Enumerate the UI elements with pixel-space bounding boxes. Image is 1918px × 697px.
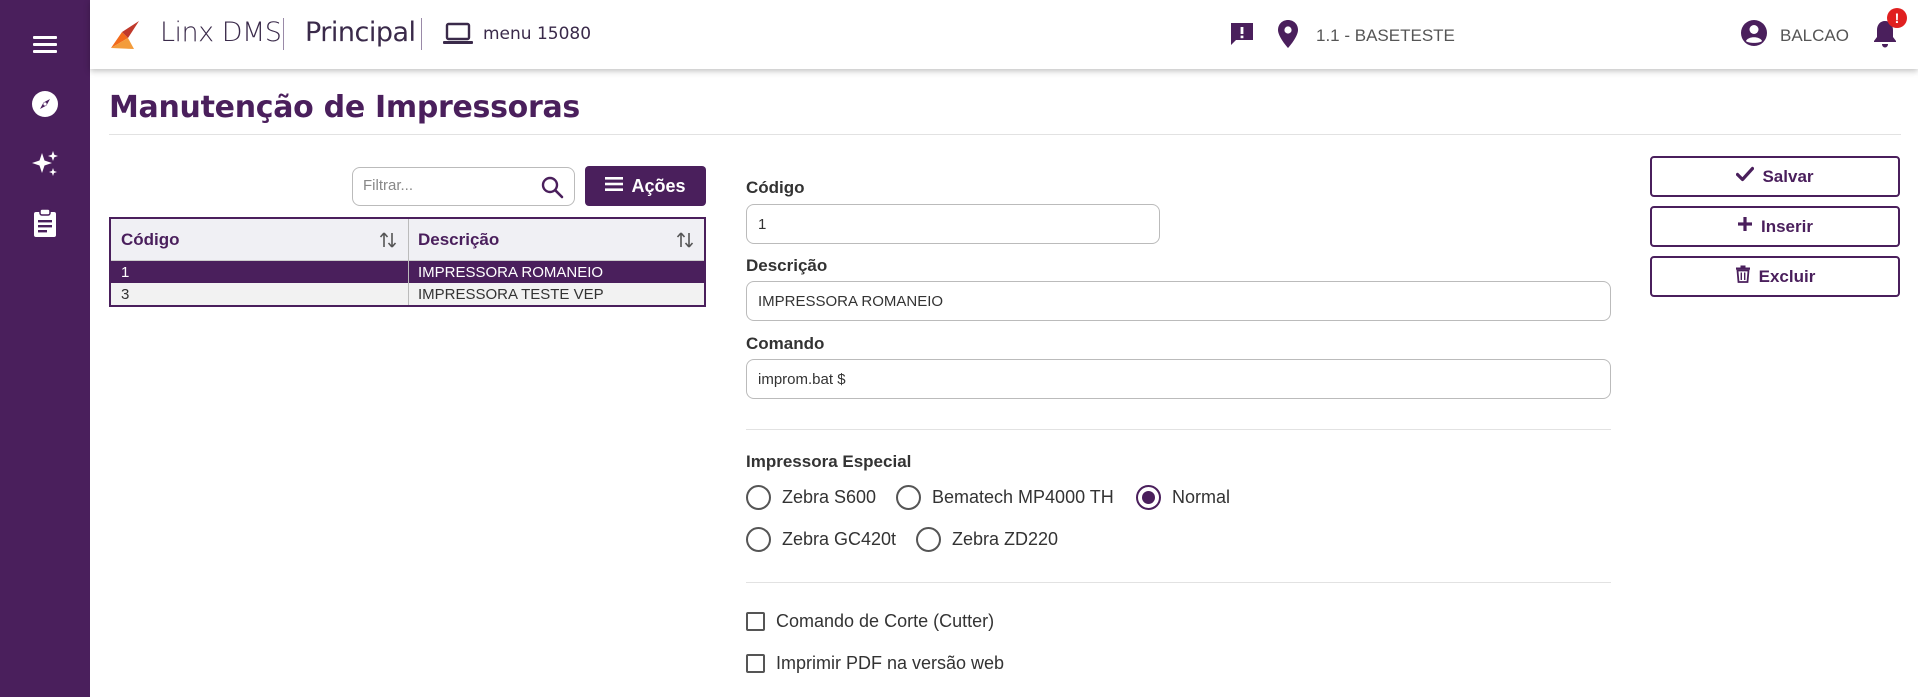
location-pin-icon: [1277, 19, 1299, 54]
column-header-codigo[interactable]: Código: [111, 219, 408, 261]
sparkles-icon[interactable]: [29, 148, 61, 180]
actions-menu-label: Ações: [631, 175, 686, 196]
module-name[interactable]: Principal: [305, 17, 416, 48]
descricao-field[interactable]: [758, 293, 1535, 310]
radio-label: Normal: [1172, 487, 1231, 507]
checkbox-imprimir-pdf[interactable]: Imprimir PDF na versão web: [746, 653, 1004, 674]
radio-circle-selected[interactable]: [1136, 485, 1161, 510]
checkbox-comando-corte[interactable]: Comando de Corte (Cutter): [746, 611, 994, 632]
check-icon: [1736, 166, 1755, 187]
checkbox-box[interactable]: [746, 654, 765, 673]
brand-name: Linx DMS: [160, 17, 282, 48]
section-divider: [746, 429, 1611, 430]
delete-button-label: Excluir: [1758, 266, 1816, 286]
trash-icon: [1735, 265, 1751, 288]
radio-zebra-zd220[interactable]: Zebra ZD220: [916, 527, 1058, 552]
radio-label: Bematech MP4000 TH: [932, 487, 1114, 507]
sidebar: [0, 0, 90, 697]
checkbox-label: Comando de Corte (Cutter): [776, 611, 995, 631]
radio-label: Zebra ZD220: [952, 529, 1059, 549]
descricao-label: Descrição: [746, 256, 828, 275]
descricao-field-box: [746, 281, 1611, 321]
laptop-icon: [442, 22, 474, 51]
radio-bematech-mp4000[interactable]: Bematech MP4000 TH: [896, 485, 1114, 510]
column-divider: [408, 219, 409, 305]
checkbox-box[interactable]: [746, 612, 765, 631]
comando-field[interactable]: [758, 371, 1535, 388]
brand-divider: [283, 18, 284, 50]
sort-icon[interactable]: [675, 230, 695, 255]
compass-icon[interactable]: [29, 88, 61, 120]
plus-icon: [1737, 216, 1753, 237]
save-button[interactable]: Salvar: [1650, 156, 1900, 197]
menu-code-label: menu 15080: [483, 24, 592, 44]
printers-table: Código Descrição 1 IMPRESSORA ROMANEIO 3…: [109, 217, 706, 307]
sort-icon[interactable]: [378, 230, 398, 255]
cell-descricao: IMPRESSORA TESTE VEP: [418, 286, 604, 303]
title-divider: [109, 134, 1901, 135]
module-divider: [421, 18, 422, 50]
user-name[interactable]: BALCAO: [1780, 26, 1849, 46]
cell-codigo: 1: [121, 264, 130, 281]
comando-field-box: [746, 359, 1611, 399]
filter-input[interactable]: [363, 177, 533, 194]
page-title: Manutenção de Impressoras: [109, 90, 580, 125]
hamburger-icon[interactable]: [29, 28, 61, 60]
list-icon: [605, 176, 624, 197]
section-divider: [746, 582, 1611, 583]
radio-circle[interactable]: [896, 485, 921, 510]
insert-button[interactable]: Inserir: [1650, 206, 1900, 247]
radio-zebra-s600[interactable]: Zebra S600: [746, 485, 876, 510]
radio-label: Zebra S600: [782, 487, 877, 507]
filter-box: [352, 167, 575, 206]
insert-button-label: Inserir: [1761, 216, 1813, 236]
topbar: Linx DMS Principal menu 15080 1.1 - BASE…: [90, 0, 1918, 69]
feedback-icon[interactable]: [1228, 20, 1256, 53]
radio-circle[interactable]: [746, 527, 771, 552]
save-button-label: Salvar: [1762, 166, 1814, 186]
codigo-field-box: [746, 204, 1160, 244]
codigo-field[interactable]: [758, 216, 1129, 233]
radio-label: Zebra GC420t: [782, 529, 897, 549]
checkbox-label: Imprimir PDF na versão web: [776, 653, 1005, 673]
radio-zebra-gc420t[interactable]: Zebra GC420t: [746, 527, 896, 552]
user-avatar-icon[interactable]: [1740, 19, 1768, 52]
column-header-descricao[interactable]: Descrição: [408, 219, 704, 261]
clipboard-icon[interactable]: [29, 207, 61, 239]
branch-selector[interactable]: 1.1 - BASETESTE: [1316, 26, 1455, 46]
comando-label: Comando: [746, 334, 825, 353]
notification-badge: !: [1887, 8, 1907, 28]
cell-codigo: 3: [121, 286, 130, 303]
cell-descricao: IMPRESSORA ROMANEIO: [418, 264, 604, 281]
delete-button[interactable]: Excluir: [1650, 256, 1900, 297]
radio-circle[interactable]: [916, 527, 941, 552]
actions-menu-button[interactable]: Ações: [585, 166, 706, 206]
radio-circle[interactable]: [746, 485, 771, 510]
impressora-especial-label: Impressora Especial: [746, 452, 912, 471]
linx-logo-icon[interactable]: [108, 18, 142, 52]
radio-normal[interactable]: Normal: [1136, 485, 1230, 510]
search-icon[interactable]: [540, 175, 564, 204]
codigo-label: Código: [746, 178, 805, 197]
